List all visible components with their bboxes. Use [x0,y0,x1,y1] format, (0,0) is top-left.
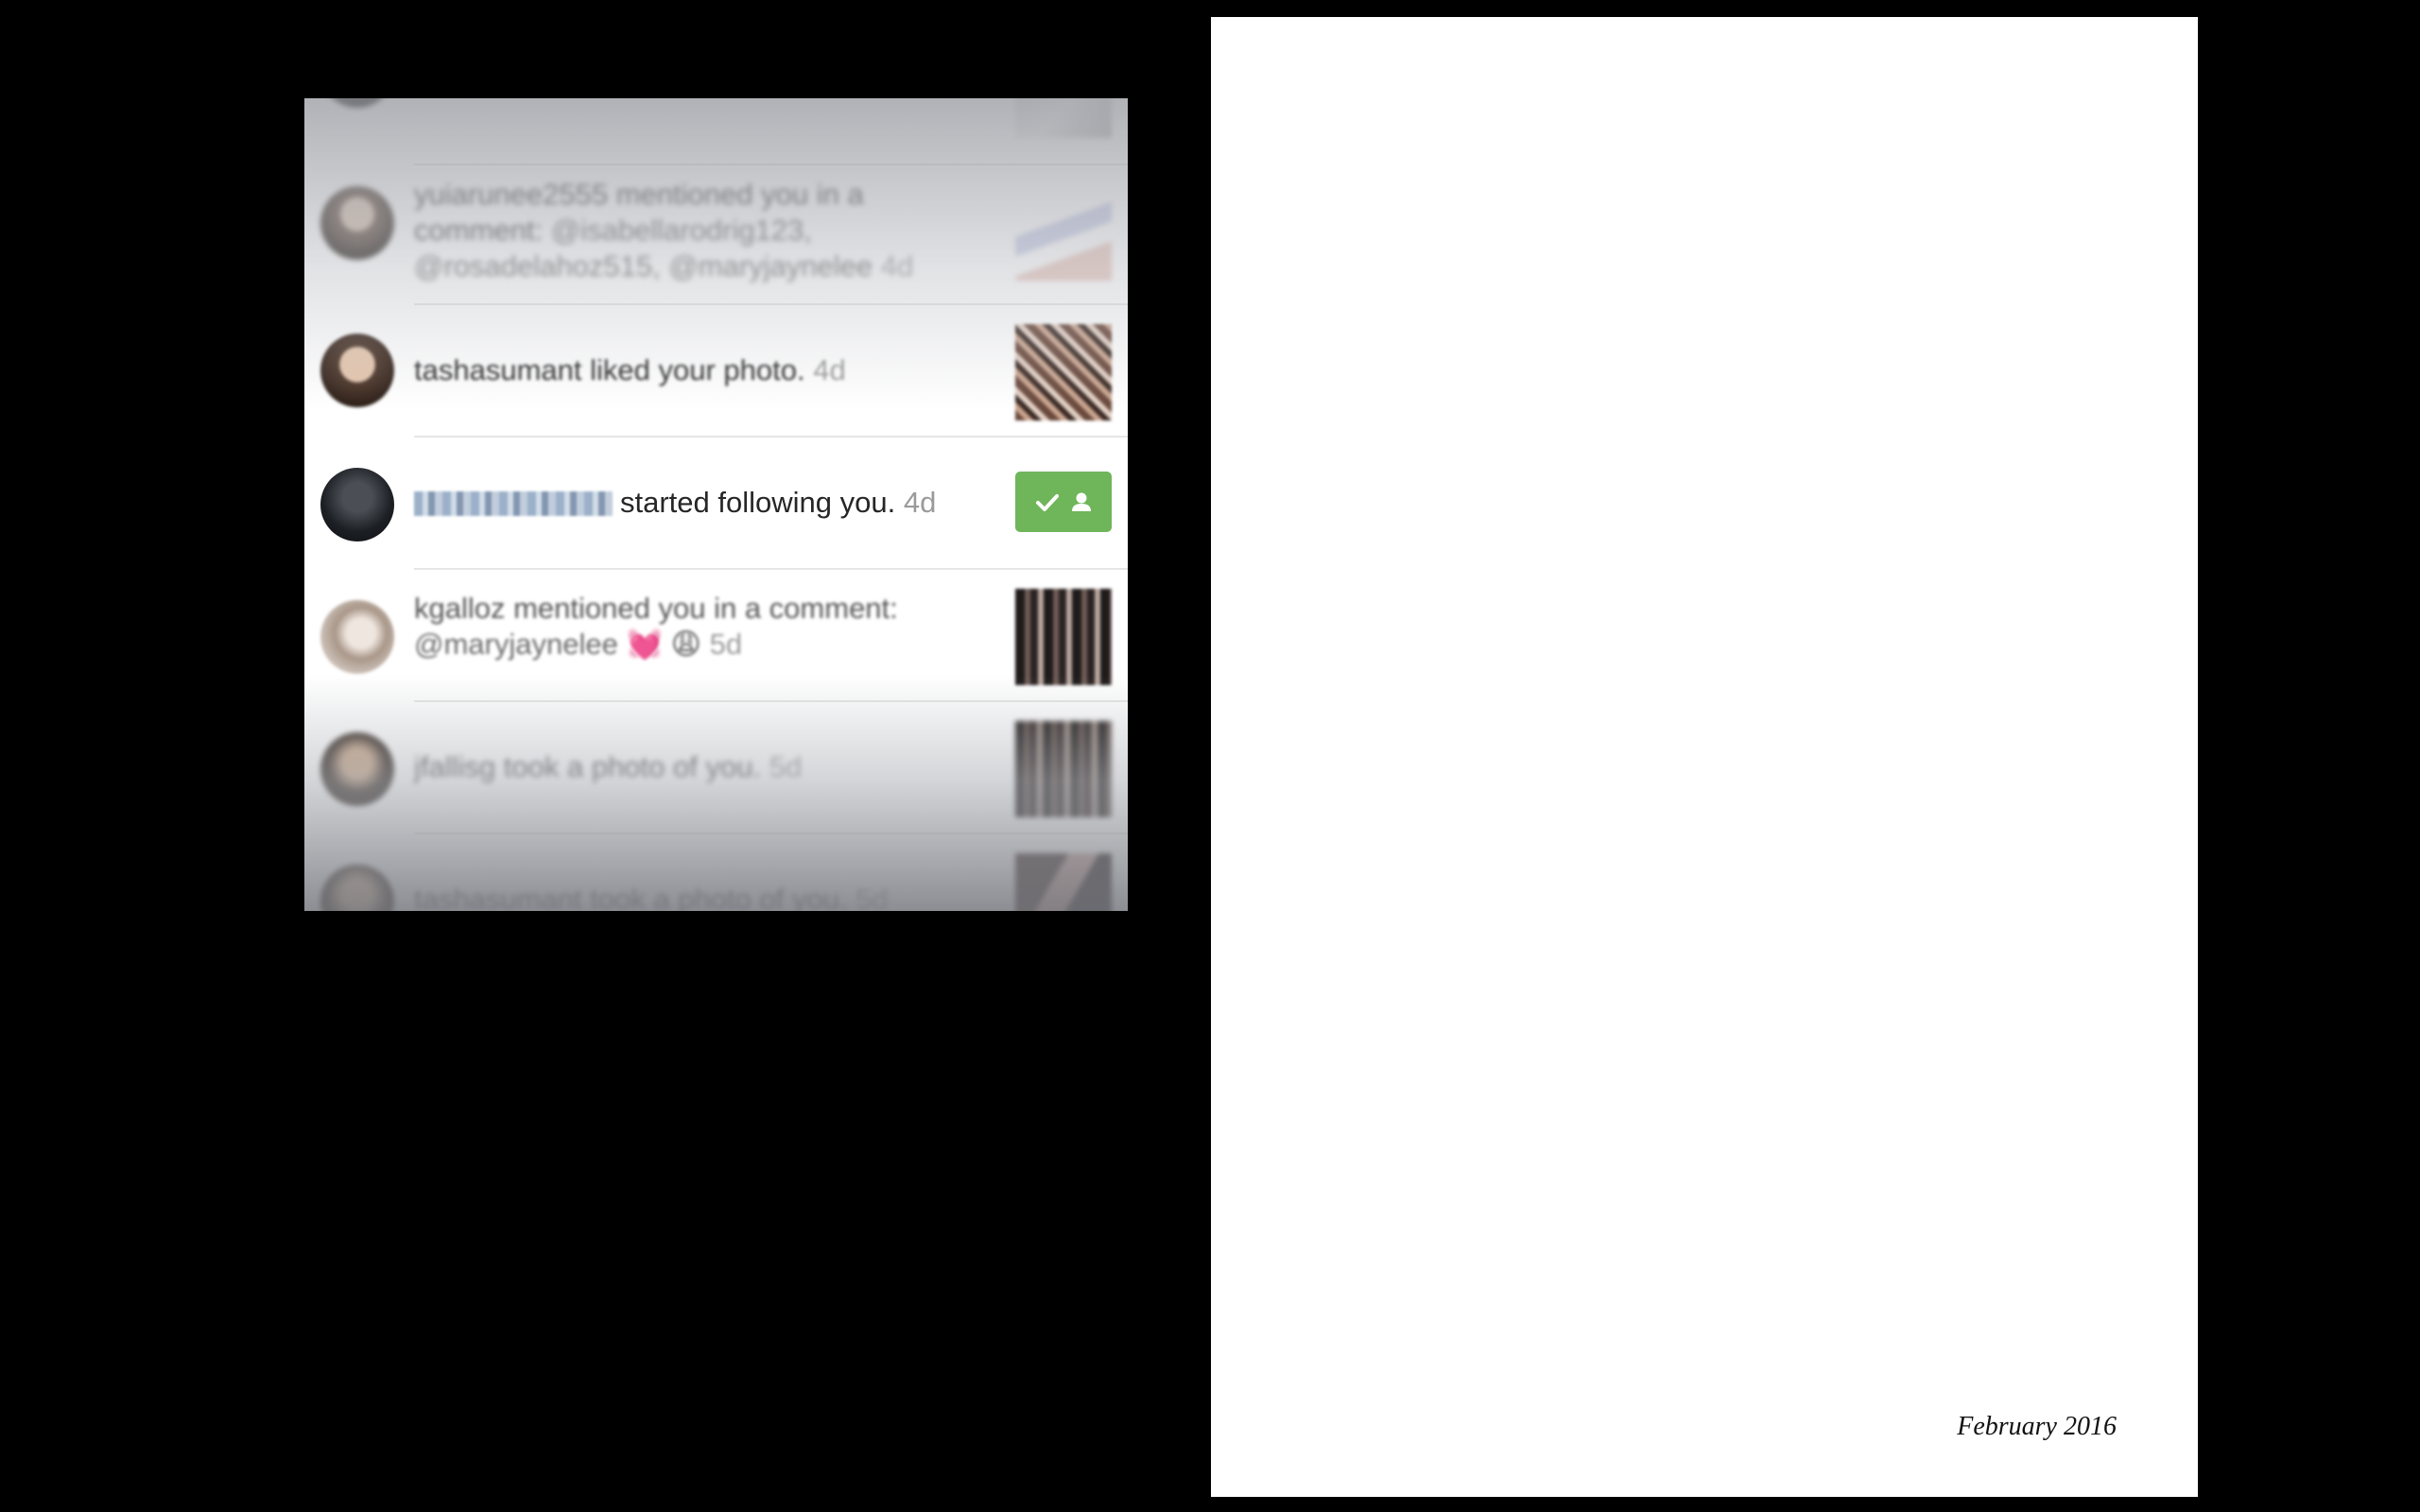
notification-list: yuiarunee2555 mentioned you in a comment… [304,98,1128,911]
username[interactable]: jfallisg [414,750,495,783]
slide-stage: yuiarunee2555 mentioned you in a comment… [0,0,2420,1512]
notification-action: mentioned you in a comment: [505,592,898,625]
avatar[interactable] [320,468,394,541]
notification-row[interactable]: kgalloz mentioned you in a comment: @mar… [304,570,1128,702]
timestamp: 4d [873,249,914,283]
notification-row[interactable]: jfallisg took a photo of you. 5d [304,702,1128,834]
post-thumbnail[interactable] [1015,184,1112,281]
avatar [320,98,394,108]
notification-row[interactable]: tashasumant liked your photo. 4d [304,305,1128,438]
page-date: February 2016 [1957,1412,2117,1441]
notification-row[interactable] [304,98,1128,138]
mention[interactable]: @maryjaynelee [414,627,618,661]
notification-text: tashasumant liked your photo. 4d [414,352,972,388]
person-icon-body [1072,504,1091,511]
notification-text: tashasumant took a photo of you. 5d [414,882,972,911]
following-button[interactable] [1015,472,1112,532]
notification-action: took a photo of you. [581,883,848,911]
following-icon [1036,492,1091,511]
notification-text: yuiarunee2555 mentioned you in a comment… [414,177,972,284]
timestamp: 4d [895,486,937,519]
timestamp: 5d [761,750,803,783]
avatar[interactable] [320,186,394,260]
username[interactable]: kgalloz [414,592,506,625]
avatar[interactable] [320,600,394,674]
username[interactable]: tashasumant [414,883,582,911]
username[interactable]: yuiarunee2555 [414,178,608,211]
notification-action: took a photo of you. [495,750,762,783]
notification-text: started following you. 4d [414,485,972,521]
blank-page: February 2016 [1211,17,2198,1497]
timestamp: 5d [847,883,889,911]
post-thumbnail[interactable] [1015,853,1112,911]
timestamp: 4d [804,353,846,387]
redacted-username [414,491,613,516]
post-thumbnail[interactable] [1015,98,1112,138]
notification-action: liked your photo. [581,353,805,387]
timestamp: 5d [701,627,743,661]
post-thumbnail[interactable] [1015,324,1112,421]
activity-feed-screenshot: yuiarunee2555 mentioned you in a comment… [304,98,1128,911]
avatar[interactable] [320,334,394,407]
post-thumbnail[interactable] [1015,721,1112,817]
person-icon [1076,492,1087,504]
notification-row[interactable]: yuiarunee2555 mentioned you in a comment… [304,165,1128,298]
username[interactable]: tashasumant [414,353,582,387]
notification-row[interactable]: tashasumant took a photo of you. 5d [304,834,1128,911]
notification-text: kgalloz mentioned you in a comment: @mar… [414,591,972,662]
avatar[interactable] [320,732,394,806]
avatar[interactable] [320,865,394,911]
notification-row-new-follower[interactable]: started following you. 4d [304,438,1128,570]
notification-action: started following you. [620,486,896,519]
checkmark-icon [1036,494,1059,511]
post-thumbnail[interactable] [1015,589,1112,685]
notification-text: jfallisg took a photo of you. 5d [414,749,972,785]
emoji: 💓 😩 [626,627,701,661]
